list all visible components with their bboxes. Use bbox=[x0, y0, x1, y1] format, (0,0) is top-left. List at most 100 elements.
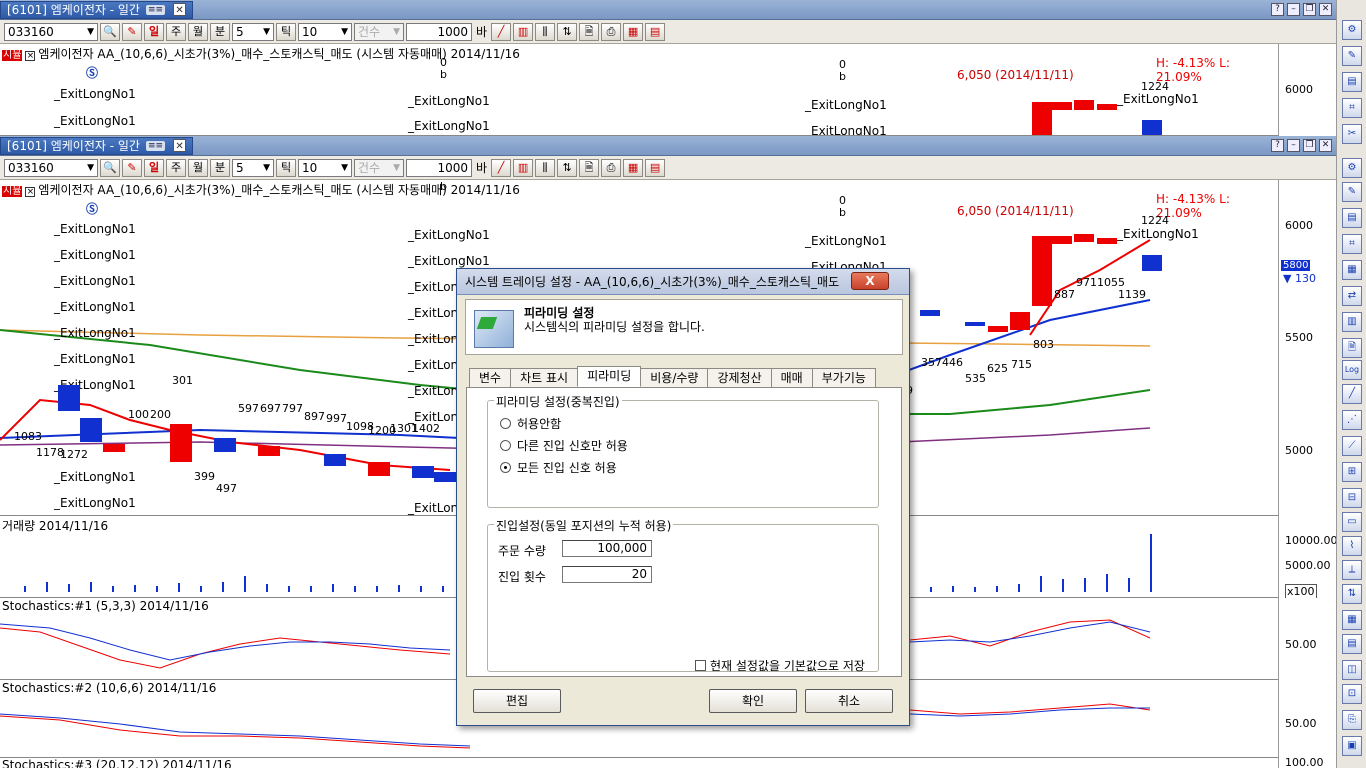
close-icon[interactable]: ✕ bbox=[173, 3, 187, 16]
ok-button[interactable]: 확인 bbox=[709, 689, 797, 713]
chart-line-icon[interactable]: ⌇ bbox=[1342, 536, 1362, 556]
tab-force-liquidation[interactable]: 강제청산 bbox=[707, 368, 772, 388]
dialog-close-button[interactable]: X bbox=[851, 272, 889, 290]
restore-icon[interactable]: ❐ bbox=[1303, 139, 1316, 152]
tool-icon[interactable]: ⇄ bbox=[1342, 286, 1362, 306]
tool-icon[interactable]: ▭ bbox=[1342, 512, 1362, 532]
grid-icon[interactable]: ▦ bbox=[623, 22, 644, 41]
radio-other-signals[interactable]: 다른 진입 신호만 허용 bbox=[500, 437, 628, 454]
legend-close-icon[interactable]: × bbox=[25, 51, 36, 61]
swap-icon[interactable]: ⇅ bbox=[1342, 584, 1362, 604]
document-icon[interactable]: 🗎 bbox=[1342, 338, 1362, 358]
main-window-tab[interactable]: [6101] 엠케이전자 - 일간 ≡≡ ✕ bbox=[0, 136, 194, 155]
radio-all-signals[interactable]: 모든 진입 신호 허용 bbox=[500, 459, 617, 476]
tool-icon[interactable]: ⎘ bbox=[1342, 710, 1362, 730]
count-input[interactable]: 1000 bbox=[406, 158, 472, 177]
table-icon[interactable]: ▤ bbox=[1342, 634, 1362, 654]
grid-icon[interactable]: ▦ bbox=[623, 158, 644, 177]
tool-icon[interactable]: ✎ bbox=[1342, 46, 1362, 66]
chart-line-icon[interactable]: ╱ bbox=[491, 158, 512, 177]
period-week-button[interactable]: 주 bbox=[166, 22, 186, 41]
tab-cost-quantity[interactable]: 비용/수량 bbox=[640, 368, 709, 388]
tool-icon[interactable]: ✎ bbox=[1342, 182, 1362, 202]
period-week-button[interactable]: 주 bbox=[166, 158, 186, 177]
count-input[interactable]: 1000 bbox=[406, 22, 472, 41]
help-icon[interactable]: ? bbox=[1271, 139, 1284, 152]
minimize-icon[interactable]: – bbox=[1287, 3, 1300, 16]
table-icon[interactable]: ▤ bbox=[645, 158, 666, 177]
minute-combo[interactable]: 5 ▼ bbox=[232, 158, 274, 177]
swap-icon[interactable]: ⇅ bbox=[557, 22, 578, 41]
candle-icon[interactable]: ⫼ bbox=[535, 158, 556, 177]
edit-button[interactable]: 편집 bbox=[473, 689, 561, 713]
period-day-button[interactable]: 일 bbox=[144, 22, 164, 41]
period-tick-button[interactable]: 틱 bbox=[276, 22, 296, 41]
tool-icon[interactable]: ▦ bbox=[1342, 260, 1362, 280]
close-icon[interactable]: ✕ bbox=[173, 139, 187, 152]
tab-chart-display[interactable]: 차트 표시 bbox=[510, 368, 579, 388]
print-icon[interactable]: ⎙ bbox=[601, 22, 622, 41]
stock-code-combo[interactable]: 033160 ▼ bbox=[4, 22, 98, 41]
tool-icon[interactable]: ▣ bbox=[1342, 736, 1362, 756]
tab-variables[interactable]: 변수 bbox=[469, 368, 512, 388]
tab-extra-functions[interactable]: 부가기능 bbox=[811, 368, 876, 388]
restore-icon[interactable]: ❐ bbox=[1303, 3, 1316, 16]
legend-close-icon[interactable]: × bbox=[25, 187, 36, 197]
minute-combo[interactable]: 5 ▼ bbox=[232, 22, 274, 41]
swap-icon[interactable]: ⇅ bbox=[557, 158, 578, 177]
dialog-titlebar[interactable]: 시스템 트레이딩 설정 - AA_(10,6,6)_시초가(3%)_매수_스토캐… bbox=[457, 269, 909, 295]
print-icon[interactable]: ⎙ bbox=[601, 158, 622, 177]
count-combo[interactable]: 건수 ▼ bbox=[354, 158, 404, 177]
save-default-checkbox[interactable]: 현재 설정값을 기본값으로 저장 bbox=[695, 657, 865, 674]
log-icon[interactable]: Log bbox=[1342, 360, 1362, 380]
minimize-icon[interactable]: – bbox=[1287, 139, 1300, 152]
document-icon[interactable]: 🗎 bbox=[579, 158, 600, 177]
period-tick-button[interactable]: 틱 bbox=[276, 158, 296, 177]
search-icon[interactable]: 🔍 bbox=[100, 22, 120, 41]
tool-icon[interactable]: ⊡ bbox=[1342, 684, 1362, 704]
chart-line-icon[interactable]: ╱ bbox=[1342, 384, 1362, 404]
tab-trading[interactable]: 매매 bbox=[770, 368, 813, 388]
chart-line-icon[interactable]: ╱ bbox=[491, 22, 512, 41]
tab-pyramiding[interactable]: 피라미딩 bbox=[577, 366, 642, 387]
grid-icon[interactable]: ▦ bbox=[1342, 610, 1362, 630]
tool-icon[interactable]: ▤ bbox=[1342, 208, 1362, 228]
back-window-tab[interactable]: [6101] 엠케이전자 - 일간 ≡≡ ✕ bbox=[0, 0, 194, 19]
tool-icon[interactable]: ⊟ bbox=[1342, 488, 1362, 508]
table-icon[interactable]: ▤ bbox=[645, 22, 666, 41]
tick-combo[interactable]: 10 ▼ bbox=[298, 22, 352, 41]
chart-line-icon[interactable]: ⋰ bbox=[1342, 410, 1362, 430]
stock-code-combo[interactable]: 033160 ▼ bbox=[4, 158, 98, 177]
tool-icon[interactable]: ⟂ bbox=[1342, 560, 1362, 580]
document-icon[interactable]: 🗎 bbox=[579, 22, 600, 41]
radio-not-allowed[interactable]: 허용안함 bbox=[500, 415, 561, 432]
stoch3-panel[interactable]: Stochastics:#3 (20,12,12) 2014/11/16 bbox=[0, 758, 1278, 768]
tool-icon[interactable]: ▤ bbox=[1342, 72, 1362, 92]
config-icon[interactable]: ⚙ bbox=[1342, 158, 1362, 178]
config-icon[interactable]: ⚙ bbox=[1342, 20, 1362, 40]
candle-icon[interactable]: ⫼ bbox=[535, 22, 556, 41]
tool-icon[interactable]: ⊞ bbox=[1342, 462, 1362, 482]
bar-chart-icon[interactable]: ▥ bbox=[513, 22, 534, 41]
close-window-icon[interactable]: ✕ bbox=[1319, 3, 1332, 16]
period-day-button[interactable]: 일 bbox=[144, 158, 164, 177]
count-combo[interactable]: 건수 ▼ bbox=[354, 22, 404, 41]
close-window-icon[interactable]: ✕ bbox=[1319, 139, 1332, 152]
tick-combo[interactable]: 10 ▼ bbox=[298, 158, 352, 177]
period-minute-button[interactable]: 분 bbox=[210, 22, 230, 41]
order-qty-input[interactable]: 100,000 bbox=[562, 540, 652, 557]
tool-icon[interactable]: ◫ bbox=[1342, 660, 1362, 680]
tool-icon[interactable]: ⌗ bbox=[1342, 98, 1362, 118]
help-icon[interactable]: ? bbox=[1271, 3, 1284, 16]
cancel-button[interactable]: 취소 bbox=[805, 689, 893, 713]
bar-chart-icon[interactable]: ▥ bbox=[1342, 312, 1362, 332]
clear-icon[interactable]: ✎ bbox=[122, 22, 142, 41]
tool-icon[interactable]: ✂ bbox=[1342, 124, 1362, 144]
entry-count-input[interactable]: 20 bbox=[562, 566, 652, 583]
clear-icon[interactable]: ✎ bbox=[122, 158, 142, 177]
period-month-button[interactable]: 월 bbox=[188, 158, 208, 177]
period-month-button[interactable]: 월 bbox=[188, 22, 208, 41]
period-minute-button[interactable]: 분 bbox=[210, 158, 230, 177]
tool-icon[interactable]: ⌗ bbox=[1342, 234, 1362, 254]
bar-chart-icon[interactable]: ▥ bbox=[513, 158, 534, 177]
